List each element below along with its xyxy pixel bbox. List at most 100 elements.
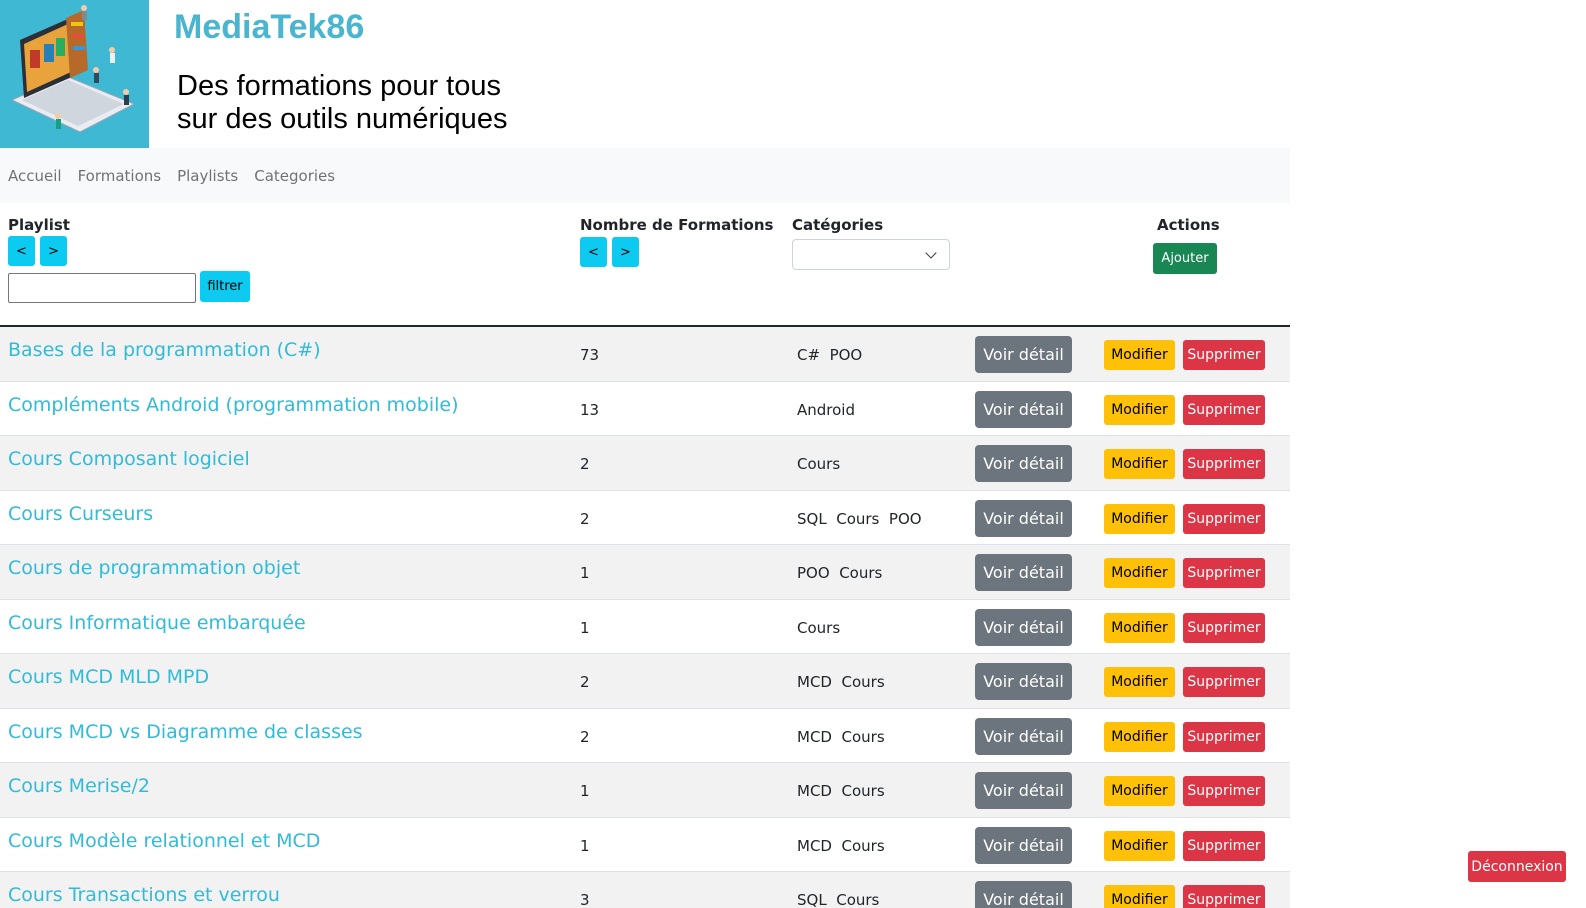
delete-button[interactable]: Supprimer <box>1183 394 1265 425</box>
detail-button[interactable]: Voir détail <box>975 390 1072 428</box>
table-row: Cours Merise/2 1 MCD Cours Voir détail M… <box>0 763 1290 818</box>
detail-button[interactable]: Voir détail <box>975 881 1072 908</box>
detail-button[interactable]: Voir détail <box>975 826 1072 864</box>
formation-count: 1 <box>580 618 590 637</box>
edit-button[interactable]: Modifier <box>1104 776 1175 806</box>
formation-count: 1 <box>580 782 590 800</box>
playlist-sort-desc-button[interactable]: > <box>40 236 67 266</box>
detail-button[interactable]: Voir détail <box>975 499 1072 537</box>
table-row: Cours Transactions et verrou 3 SQL Cours… <box>0 872 1290 908</box>
playlist-title-link[interactable]: Cours MCD vs Diagramme de classes <box>8 721 363 743</box>
site-header: MediaTek86 Des formations pour tous sur … <box>0 0 1290 148</box>
logout-button[interactable]: Déconnexion <box>1468 851 1566 882</box>
edit-button[interactable]: Modifier <box>1104 612 1175 643</box>
formation-count: 1 <box>580 836 590 855</box>
delete-button[interactable]: Supprimer <box>1183 558 1265 588</box>
page: MediaTek86 Des formations pour tous sur … <box>0 0 1290 908</box>
playlist-categories: POO Cours <box>797 564 883 582</box>
playlist-title-link[interactable]: Cours Modèle relationnel et MCD <box>8 830 320 852</box>
table-row: Compléments Android (programmation mobil… <box>0 382 1290 436</box>
tagline-line-2: sur des outils numériques <box>177 103 508 135</box>
edit-button[interactable]: Modifier <box>1104 721 1175 752</box>
table-row: Cours MCD MLD MPD 2 MCD Cours Voir détai… <box>0 654 1290 709</box>
nav-link-formations[interactable]: Formations <box>78 167 162 185</box>
delete-button[interactable]: Supprimer <box>1183 612 1265 643</box>
playlist-title-link[interactable]: Cours de programmation objet <box>8 557 300 579</box>
table-row: Cours Composant logiciel 2 Cours Voir dé… <box>0 436 1290 491</box>
playlist-filter-input[interactable] <box>8 273 196 303</box>
delete-button[interactable]: Supprimer <box>1183 667 1265 697</box>
edit-button[interactable]: Modifier <box>1104 503 1175 534</box>
detail-button[interactable]: Voir détail <box>975 554 1072 591</box>
main-navbar: Accueil Formations Playlists Categories <box>0 148 1290 203</box>
table-row: Bases de la programmation (C#) 73 C# POO… <box>0 327 1290 382</box>
playlist-categories: SQL Cours <box>797 891 880 908</box>
detail-button[interactable]: Voir détail <box>975 445 1072 482</box>
table-header: Playlist < > filtrer Nombre de Formation… <box>0 203 1290 327</box>
detail-button[interactable]: Voir détail <box>975 717 1072 755</box>
filter-button[interactable]: filtrer <box>200 271 250 302</box>
table-row: Cours Modèle relationnel et MCD 1 MCD Co… <box>0 818 1290 872</box>
table-row: Cours Informatique embarquée 1 Cours Voi… <box>0 600 1290 654</box>
count-sort-desc-button[interactable]: > <box>612 237 639 267</box>
playlist-categories: MCD Cours <box>797 673 885 691</box>
playlist-title-link[interactable]: Cours Curseurs <box>8 503 153 525</box>
delete-button[interactable]: Supprimer <box>1183 449 1265 479</box>
playlist-title-link[interactable]: Cours Informatique embarquée <box>8 612 306 634</box>
detail-button[interactable]: Voir détail <box>975 336 1072 373</box>
formation-count: 2 <box>580 455 590 473</box>
playlist-categories: Cours <box>797 618 841 637</box>
formation-count: 2 <box>580 673 590 691</box>
formation-count: 13 <box>580 400 600 419</box>
table-row: Cours MCD vs Diagramme de classes 2 MCD … <box>0 709 1290 763</box>
formation-count: 2 <box>580 727 590 746</box>
nav-link-accueil[interactable]: Accueil <box>8 167 62 185</box>
table-row: Cours Curseurs 2 SQL Cours POO Voir déta… <box>0 491 1290 545</box>
tagline-line-1: Des formations pour tous <box>177 70 501 102</box>
playlist-categories: MCD Cours <box>797 782 885 800</box>
delete-button[interactable]: Supprimer <box>1183 776 1265 806</box>
count-sort-asc-button[interactable]: < <box>580 237 607 267</box>
formation-count: 2 <box>580 509 590 528</box>
playlist-categories: SQL Cours POO <box>797 509 922 528</box>
add-playlist-button[interactable]: Ajouter <box>1153 243 1217 274</box>
formation-count: 73 <box>580 346 600 364</box>
detail-button[interactable]: Voir détail <box>975 608 1072 646</box>
delete-button[interactable]: Supprimer <box>1183 503 1265 534</box>
detail-button[interactable]: Voir détail <box>975 772 1072 809</box>
site-tagline: Des formations pour tous sur des outils … <box>177 70 507 136</box>
site-logo[interactable] <box>0 0 149 148</box>
edit-button[interactable]: Modifier <box>1104 885 1175 908</box>
detail-button[interactable]: Voir détail <box>975 663 1072 700</box>
playlist-sort-asc-button[interactable]: < <box>8 236 35 266</box>
playlist-title-link[interactable]: Cours Transactions et verrou <box>8 884 280 906</box>
delete-button[interactable]: Supprimer <box>1183 721 1265 752</box>
playlist-table-body: Bases de la programmation (C#) 73 C# POO… <box>0 327 1290 908</box>
edit-button[interactable]: Modifier <box>1104 558 1175 588</box>
playlist-categories: C# POO <box>797 346 863 364</box>
edit-button[interactable]: Modifier <box>1104 394 1175 425</box>
category-select[interactable] <box>792 239 950 270</box>
playlist-title-link[interactable]: Compléments Android (programmation mobil… <box>8 394 459 416</box>
edit-button[interactable]: Modifier <box>1104 830 1175 861</box>
formation-count: 1 <box>580 564 590 582</box>
nav-link-categories[interactable]: Categories <box>254 167 335 185</box>
formation-count: 3 <box>580 891 590 908</box>
delete-button[interactable]: Supprimer <box>1183 340 1265 370</box>
playlist-categories: MCD Cours <box>797 727 885 746</box>
playlist-title-link[interactable]: Cours MCD MLD MPD <box>8 666 209 688</box>
edit-button[interactable]: Modifier <box>1104 667 1175 697</box>
playlist-column-header: Playlist <box>8 216 70 234</box>
edit-button[interactable]: Modifier <box>1104 449 1175 479</box>
playlist-title-link[interactable]: Bases de la programmation (C#) <box>8 339 321 361</box>
chevron-down-icon <box>925 247 937 259</box>
delete-button[interactable]: Supprimer <box>1183 830 1265 861</box>
playlist-categories: Cours <box>797 455 841 473</box>
edit-button[interactable]: Modifier <box>1104 340 1175 370</box>
nav-link-playlists[interactable]: Playlists <box>177 167 238 185</box>
playlist-categories: Android <box>797 400 855 419</box>
playlist-title-link[interactable]: Cours Merise/2 <box>8 775 150 797</box>
playlist-title-link[interactable]: Cours Composant logiciel <box>8 448 250 470</box>
count-column-header: Nombre de Formations <box>580 216 774 234</box>
delete-button[interactable]: Supprimer <box>1183 885 1265 908</box>
